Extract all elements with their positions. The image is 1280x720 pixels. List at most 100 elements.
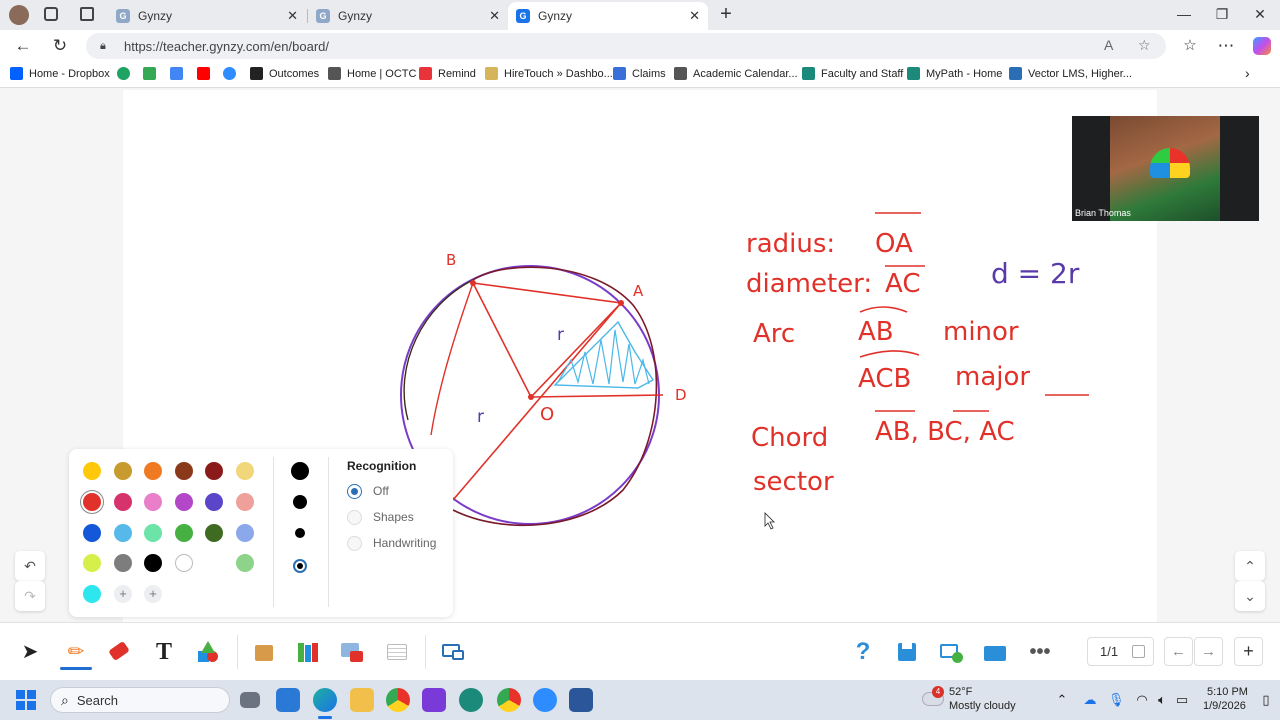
close-window-icon[interactable]: ✕ [1248,6,1272,23]
clock-time[interactable]: 5:10 PM [1207,686,1248,698]
tools-box-icon[interactable] [251,639,277,665]
bookmark-youtube[interactable] [197,67,216,80]
scroll-down-button[interactable]: ⌄ [1235,581,1265,611]
color-swatch[interactable] [144,524,162,542]
text-tool-icon[interactable]: T [151,639,177,665]
recognition-shapes-label[interactable]: Shapes [373,510,414,524]
onbase-icon[interactable] [459,688,483,712]
open-folder-icon[interactable] [982,639,1008,665]
participant-video[interactable]: Brian Thomas [1072,116,1259,221]
color-swatch[interactable] [114,524,132,542]
library-icon[interactable] [295,639,321,665]
previous-page-button[interactable]: ← [1164,637,1193,666]
add-highlighter-button[interactable]: + [144,585,162,603]
color-swatch[interactable] [205,493,223,511]
windows-start-icon[interactable] [16,690,36,710]
onedrive-icon[interactable]: ☁ [1082,692,1098,708]
taskbar-search[interactable]: ⌕ Search [50,687,230,713]
undo-button[interactable]: ↶ [15,551,45,581]
bookmark-zoom[interactable] [223,67,242,80]
chrome-icon[interactable] [386,688,410,712]
scroll-up-button[interactable]: ⌃ [1235,551,1265,581]
highlighter-swatch[interactable] [236,462,254,480]
bookmark-hiretouch[interactable]: HireTouch » Dashbo... [485,67,613,80]
file-explorer-icon[interactable] [350,688,374,712]
color-swatch[interactable] [114,462,132,480]
pen-tool-icon[interactable]: ✏︎ [63,639,89,665]
color-swatch[interactable] [144,462,162,480]
color-swatch[interactable] [205,524,223,542]
recognition-handwriting-label[interactable]: Handwriting [373,536,436,550]
clock-date[interactable]: 1/9/2026 [1203,700,1246,712]
highlighter-swatch[interactable] [236,493,254,511]
add-board-page-button[interactable]: + [1234,637,1263,666]
edge-icon[interactable] [313,688,337,712]
redo-button[interactable]: ↷ [15,581,45,611]
color-swatch[interactable] [175,493,193,511]
close-icon[interactable]: ✕ [287,8,298,24]
color-swatch[interactable] [175,554,193,572]
color-swatch[interactable] [114,493,132,511]
add-page-icon[interactable] [938,639,964,665]
favorites-icon[interactable]: ☆ [1180,36,1200,54]
bookmark-phone[interactable] [117,67,136,80]
screen-share-icon[interactable] [440,639,466,665]
highlighter-swatch[interactable] [236,524,254,542]
shapes-tool-icon[interactable] [195,639,221,665]
volume-icon[interactable]: 🔈︎ [1154,692,1170,708]
minimize-icon[interactable]: — [1172,6,1196,22]
help-icon[interactable]: ? [850,639,876,665]
store-icon[interactable] [276,688,300,712]
color-swatch[interactable] [144,493,162,511]
color-swatch[interactable] [83,585,101,603]
url-field[interactable]: 🔒︎ https://teacher.gynzy.com/en/board/ A… [86,33,1166,59]
thickness-xl[interactable] [291,462,309,480]
save-icon[interactable] [894,639,920,665]
copilot-icon[interactable] [1253,37,1271,55]
bookmark-mypath[interactable]: MyPath - Home [907,67,1002,80]
thickness-lg[interactable] [293,495,307,509]
bookmark-drive[interactable] [143,67,162,80]
tab-2[interactable]: G Gynzy ✕ [308,2,508,30]
more-menu-icon[interactable]: ⋯ [1216,36,1236,56]
tray-overflow-chevron-icon[interactable]: ⌃ [1054,692,1070,708]
notifications-icon[interactable]: ▯ [1258,692,1274,708]
bookmark-octc[interactable]: Home | OCTC [328,67,416,80]
color-swatch[interactable] [83,462,101,480]
microphone-icon[interactable]: 🎙︎ [1108,692,1125,708]
wifi-icon[interactable]: ◠ [1134,692,1150,708]
workspaces-icon[interactable] [44,7,58,21]
color-swatch[interactable] [175,462,193,480]
lesson-list-icon[interactable] [384,639,410,665]
bookmark-vector-lms[interactable]: Vector LMS, Higher... [1009,67,1132,80]
bookmark-faculty[interactable]: Faculty and Staff [802,67,903,80]
color-swatch[interactable] [114,554,132,572]
bookmark-outcomes[interactable]: Outcomes [250,67,319,80]
zoom-app-icon[interactable] [533,688,557,712]
refresh-icon[interactable]: ↻ [50,36,70,56]
page-indicator[interactable]: 1/1 [1087,637,1154,666]
profile-avatar[interactable] [9,5,29,25]
chrome-profile-icon[interactable] [497,688,521,712]
next-page-button[interactable]: → [1194,637,1223,666]
vertical-tabs-icon[interactable] [80,7,94,21]
tab-3-active[interactable]: G Gynzy ✕ [508,2,708,30]
battery-icon[interactable]: ▭ [1174,692,1190,708]
favorite-star-icon[interactable]: ☆ [1138,37,1151,54]
restore-icon[interactable]: ❐ [1210,6,1234,23]
word-icon[interactable] [569,688,593,712]
tab-1[interactable]: G Gynzy ✕ [108,2,306,30]
color-swatch[interactable] [83,554,101,572]
recognition-shapes-radio[interactable] [347,510,362,525]
snipping-tool-icon[interactable] [422,688,446,712]
color-swatch-selected[interactable] [83,493,101,511]
bookmarks-overflow-chevron-icon[interactable]: › [1245,65,1250,81]
color-swatch[interactable] [175,524,193,542]
new-tab-button[interactable]: + [716,3,736,26]
recognition-handwriting-radio[interactable] [347,536,362,551]
color-swatch[interactable] [144,554,162,572]
highlighter-swatch[interactable] [236,554,254,572]
select-tool-icon[interactable]: ➤ [17,639,43,665]
recognition-off-radio[interactable] [347,484,362,499]
more-options-icon[interactable]: ••• [1027,639,1053,665]
